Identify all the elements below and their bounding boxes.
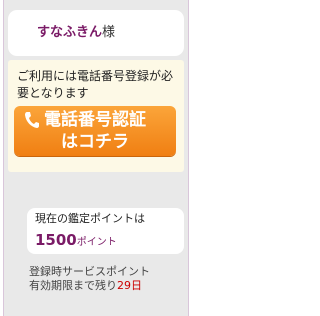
account-sidebar-panel: すなふきん 様 ご利用には電話番号登録が必要となります 電話番号認証 はコチラ … [3, 0, 189, 316]
phone-auth-button-label-1: 電話番号認証 [44, 110, 146, 130]
phone-registration-box: ご利用には電話番号登録が必要となります 電話番号認証 はコチラ [8, 60, 184, 172]
user-name-box: すなふきん 様 [8, 10, 184, 56]
phone-auth-button-label-2: はコチラ [61, 132, 129, 152]
points-value: 1500 [35, 231, 77, 249]
user-honorific: 様 [102, 25, 116, 40]
points-value-row: 1500ポイント [35, 231, 117, 252]
phone-icon [25, 112, 39, 128]
points-box: 現在の鑑定ポイントは 1500ポイント [27, 208, 184, 254]
user-name: すなふきん [37, 25, 103, 40]
service-points-days: 29 [117, 279, 131, 292]
service-points-label: 登録時サービスポイント [29, 265, 150, 278]
phone-auth-button[interactable]: 電話番号認証 はコチラ [14, 106, 176, 156]
service-points-expiry: 有効期限まで残り29日 [29, 279, 189, 293]
points-label: 現在の鑑定ポイントは [35, 212, 145, 225]
phone-registration-notice: ご利用には電話番号登録が必要となります [17, 69, 174, 100]
service-points-days-unit: 日 [131, 279, 142, 292]
service-points-info: 登録時サービスポイント 有効期限まで残り29日 [29, 265, 189, 293]
points-unit: ポイント [76, 237, 117, 248]
service-points-expiry-prefix: 有効期限まで残り [29, 279, 117, 292]
